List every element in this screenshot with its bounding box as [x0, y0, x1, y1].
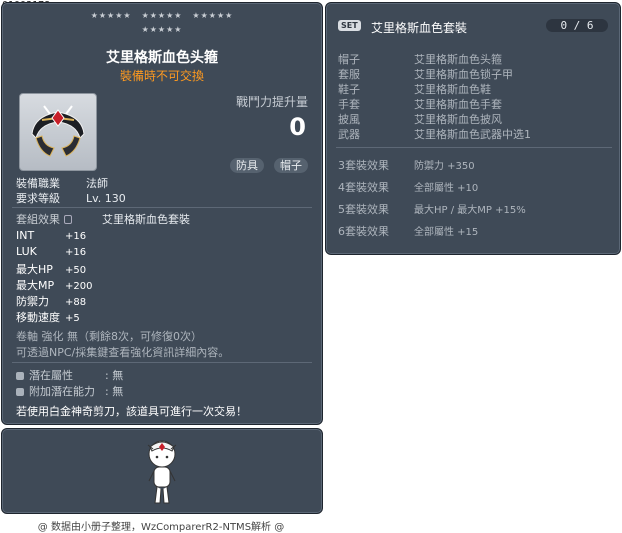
set-effect-text: 最大HP / 最大MP +15%: [414, 205, 526, 216]
stat-label: 移動速度: [16, 311, 60, 324]
set-piece-name: 艾里格斯血色头箍: [414, 53, 502, 66]
stat-row: 移動速度 +5: [16, 309, 80, 325]
stat-row: 防禦力 +88: [16, 293, 86, 309]
requirement-label: 裝備職業: [16, 177, 60, 190]
divider: [12, 362, 312, 363]
item-tooltip-panel: ★★★★★ ★★★★★ ★★★★★ ★★★★★ 艾里格斯血色头箍 裝備時不可交換 戰…: [1, 2, 323, 425]
set-piece-name: 艾里格斯血色披风: [414, 113, 502, 126]
requirement-label: 要求等級: [16, 192, 60, 205]
set-effect-text: 全部屬性 +10: [414, 183, 479, 194]
set-effect-tier: 6套裝效果: [338, 225, 389, 238]
set-piece: 帽子 艾里格斯血色头箍: [338, 51, 502, 67]
set-effect-row: 套組效果 艾里格斯血色套裝: [16, 211, 190, 227]
additional-potential-row: 附加潛在能力 : 無: [16, 383, 123, 399]
set-piece-name: 艾里格斯血色武器中选1: [414, 128, 531, 141]
stat-row: 最大MP +200: [16, 277, 92, 293]
star-force-row-1: ★★★★★ ★★★★★ ★★★★★: [90, 11, 234, 20]
helmet-icon: [31, 105, 85, 157]
stat-row: 最大HP +50: [16, 261, 86, 277]
requirement-value: Lv. 130: [86, 192, 126, 205]
stat-value: +200: [65, 281, 93, 292]
divider: [336, 147, 612, 148]
category-tag: 防具: [230, 158, 264, 173]
stat-row: LUK +16: [16, 245, 86, 258]
set-piece-slot: 帽子: [338, 53, 360, 66]
stat-label: 最大MP: [16, 279, 55, 292]
stat-value: +16: [65, 247, 87, 258]
set-effect-text: 全部屬性 +15: [414, 227, 479, 238]
scissors-note: 若使用白金神奇剪刀，該道具可進行一次交易！: [16, 405, 247, 418]
enhance-note: 可透過NPC/採集鍵查看強化資訊詳細內容。: [16, 346, 230, 359]
set-piece-slot: 披風: [338, 113, 360, 126]
set-effect: 3套裝效果 防禦力 +350: [338, 157, 475, 173]
requirement-value: 法師: [86, 177, 108, 190]
requirement-job: 裝備職業 法師: [16, 175, 108, 191]
set-title: 艾里格斯血色套裝: [371, 21, 468, 35]
set-piece-slot: 鞋子: [338, 83, 360, 96]
stat-value: +16: [65, 231, 87, 242]
set-piece-name: 艾里格斯血色手套: [414, 98, 502, 111]
set-effect-tier: 3套裝效果: [338, 159, 389, 172]
potential-icon: [16, 372, 24, 380]
requirement-level: 要求等級 Lv. 130: [16, 190, 126, 206]
set-piece-slot: 套服: [338, 68, 360, 81]
set-piece: 鞋子 艾里格斯血色鞋: [338, 81, 491, 97]
set-badge: SET: [338, 20, 361, 31]
stat-value: +88: [65, 297, 87, 308]
set-piece-slot: 手套: [338, 98, 360, 111]
potential-value: : 無: [105, 369, 124, 382]
stat-label: 防禦力: [16, 295, 49, 308]
set-piece: 武器 艾里格斯血色武器中选1: [338, 126, 531, 142]
set-effect-text: 防禦力 +350: [414, 161, 475, 172]
potential-value: : 無: [105, 385, 124, 398]
set-effect-value: 艾里格斯血色套裝: [102, 213, 190, 226]
item-name: 艾里格斯血色头箍: [106, 50, 218, 66]
potential-label: 潛在屬性: [29, 369, 73, 382]
stat-label: 最大HP: [16, 263, 53, 276]
set-effect: 5套裝效果 最大HP / 最大MP +15%: [338, 201, 526, 217]
footer-credit: @ 数据由小册子整理，WzComparerR2-NTMS解析 @: [37, 522, 285, 533]
lock-icon: [64, 215, 72, 224]
stat-value: +50: [65, 265, 87, 276]
set-piece: 套服 艾里格斯血色锁子甲: [338, 66, 513, 82]
divider: [12, 207, 312, 208]
set-piece-slot: 武器: [338, 128, 360, 141]
subcategory-tag: 帽子: [274, 158, 308, 173]
potential-row: 潛在屬性 : 無: [16, 367, 123, 383]
stat-value: +5: [65, 313, 80, 324]
set-effect-tier: 5套裝效果: [338, 203, 389, 216]
trade-restriction: 裝備時不可交換: [119, 69, 204, 83]
set-effect: 6套裝效果 全部屬性 +15: [338, 223, 478, 239]
set-effect-tier: 4套裝效果: [338, 181, 389, 194]
set-piece-name: 艾里格斯血色锁子甲: [414, 68, 513, 81]
upgrade-note: 卷軸 強化 無（剩餘8次，可修復0次）: [16, 330, 202, 343]
item-icon-frame: [19, 93, 97, 171]
stat-label: LUK: [16, 245, 37, 258]
set-piece: 手套 艾里格斯血色手套: [338, 96, 502, 112]
potential-label: 附加潛在能力: [29, 385, 95, 398]
star-force-row-2: ★★★★★: [141, 25, 183, 34]
potential-icon: [16, 388, 24, 396]
stat-label: INT: [16, 229, 35, 242]
character-preview-panel: [1, 428, 323, 514]
set-piece: 披風 艾里格斯血色披风: [338, 111, 502, 127]
set-effect-label: 套組效果: [16, 213, 60, 226]
set-effect: 4套裝效果 全部屬性 +10: [338, 179, 478, 195]
set-count: 0 / 6: [546, 19, 608, 32]
combat-power-label: 戰鬥力提升量: [235, 95, 308, 109]
set-piece-name: 艾里格斯血色鞋: [414, 83, 491, 96]
combat-power-value: 0: [289, 113, 306, 141]
character-avatar: [147, 440, 177, 504]
set-info-panel: SET 艾里格斯血色套裝 0 / 6 帽子 艾里格斯血色头箍 套服 艾里格斯血色锁子…: [325, 2, 621, 255]
stat-row: INT +16: [16, 229, 86, 242]
